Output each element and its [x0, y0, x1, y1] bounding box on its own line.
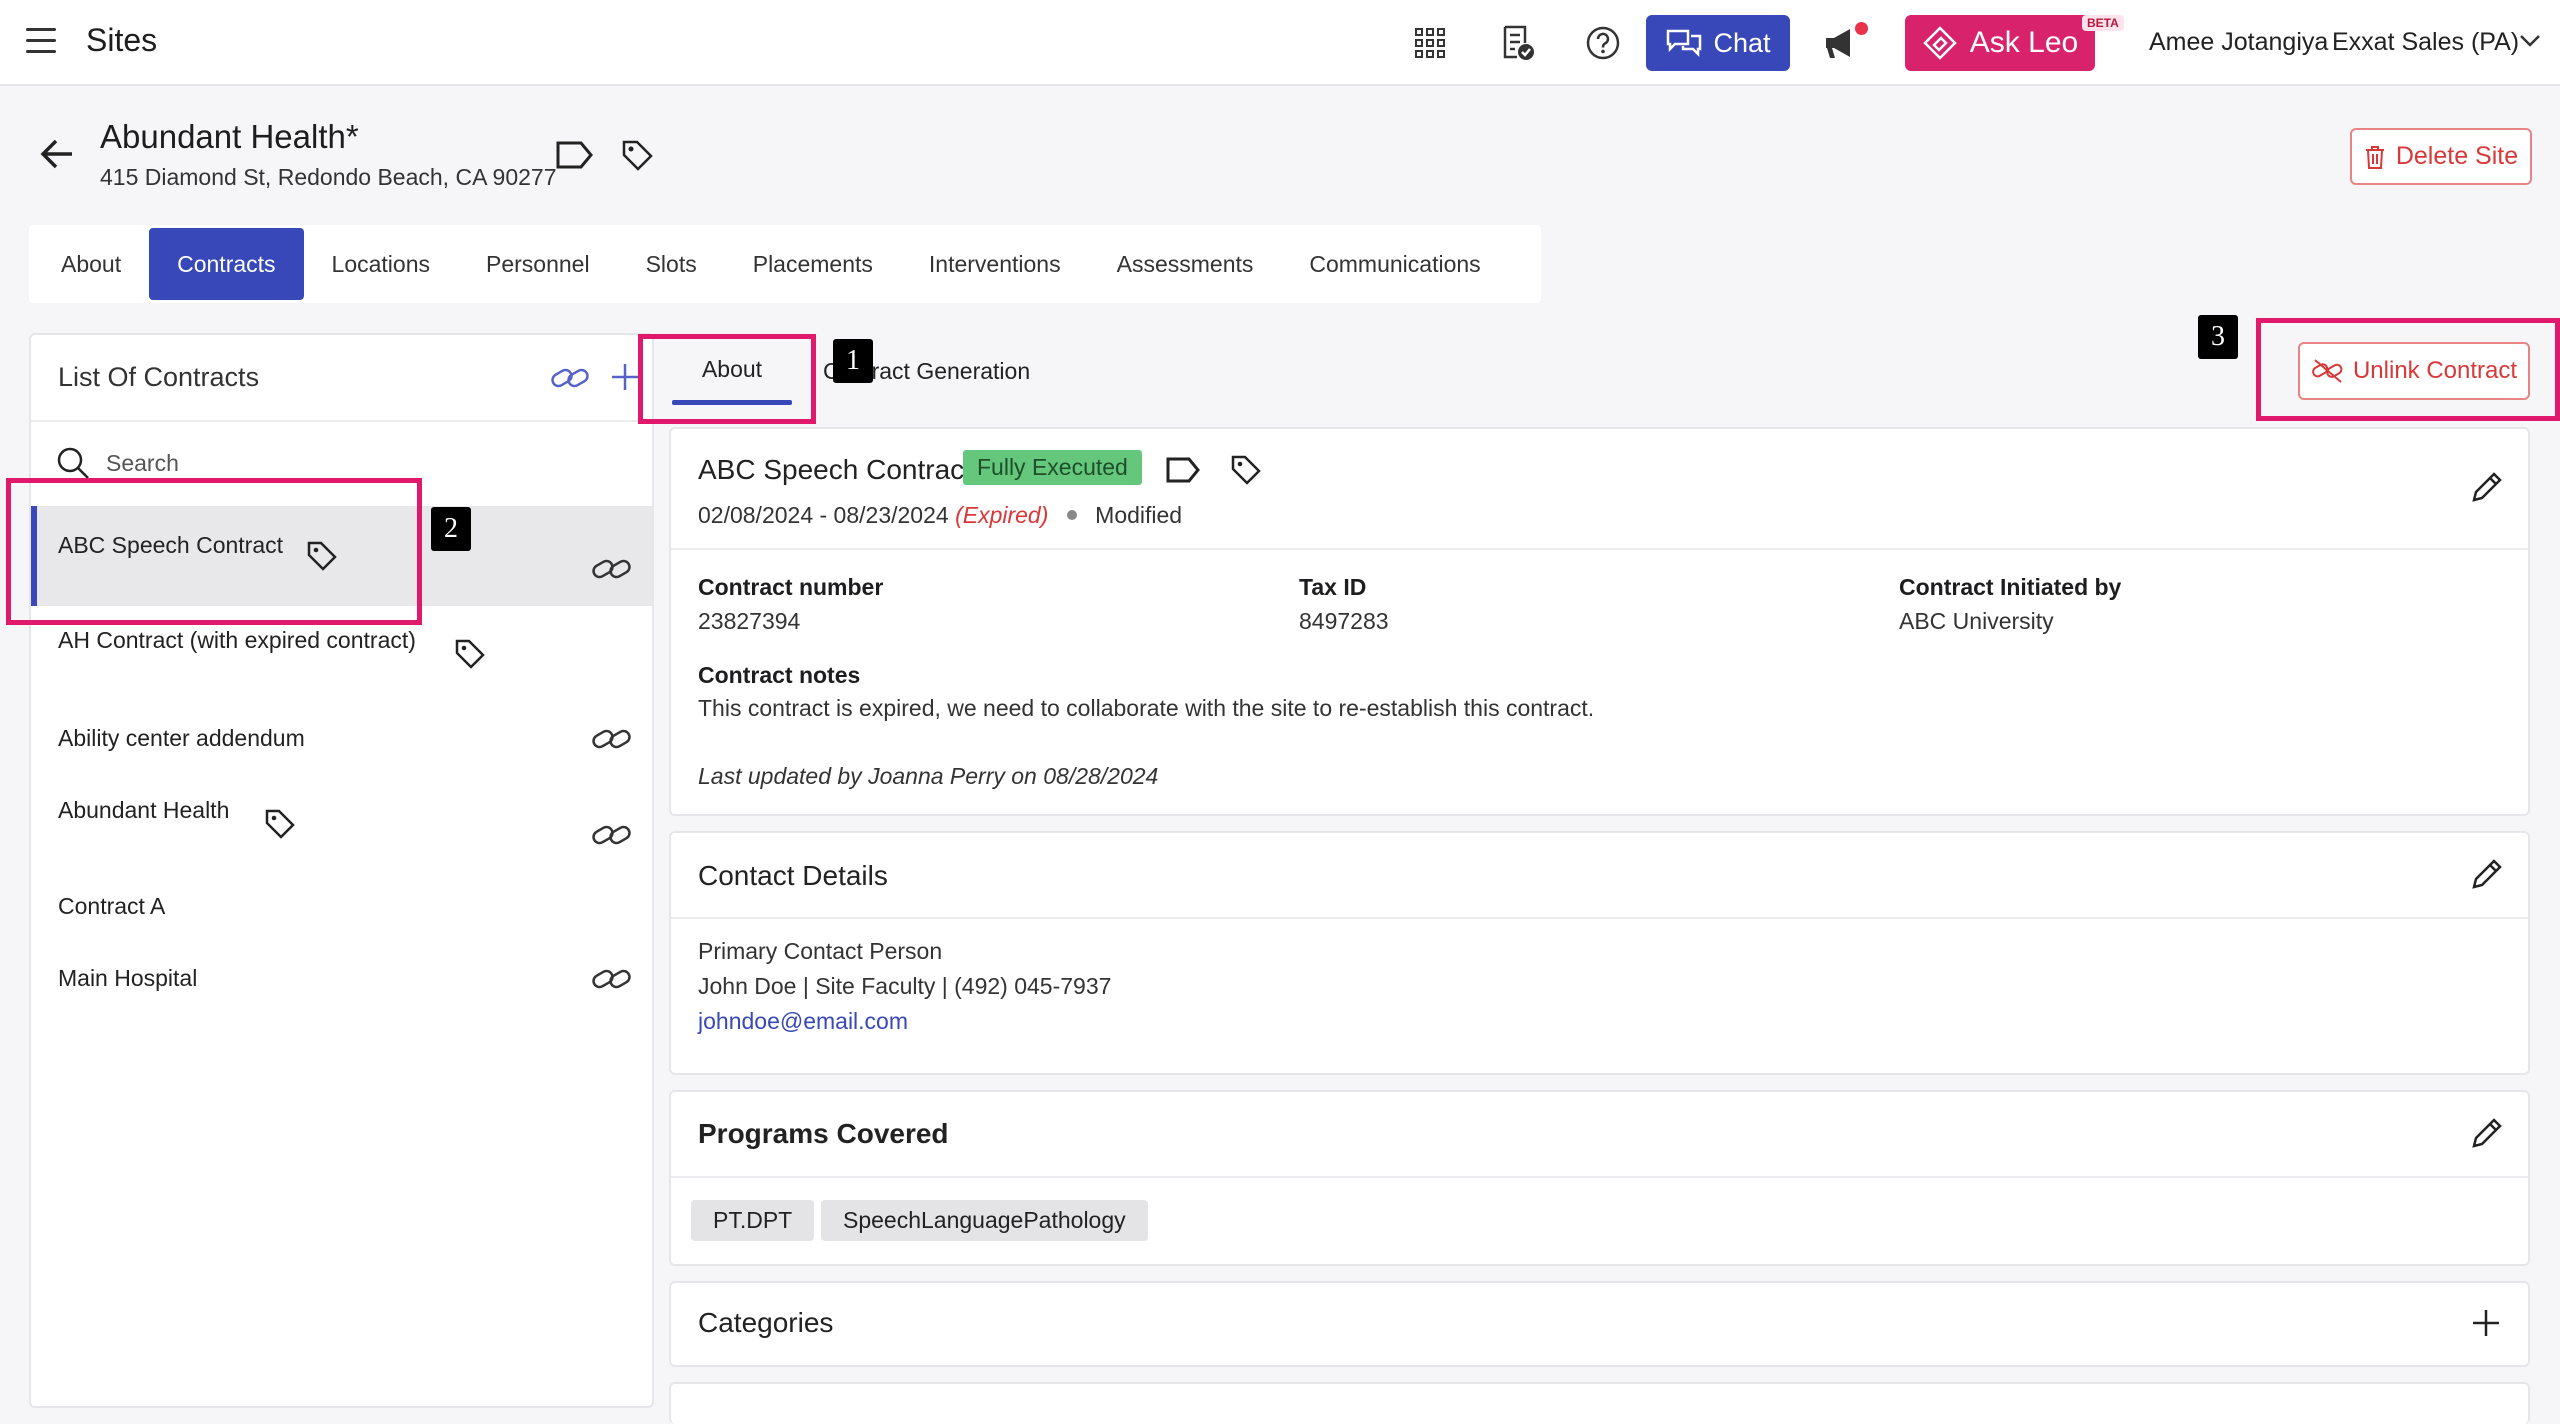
list-item-label[interactable]: AH Contract (with expired contract) — [58, 627, 416, 654]
user-name[interactable]: Amee Jotangiya — [2149, 28, 2328, 57]
program-chip: SpeechLanguagePathology — [821, 1200, 1148, 1241]
delete-site-button[interactable]: Delete Site — [2350, 128, 2532, 185]
initiated-by-label: Contract Initiated by — [1899, 574, 2122, 600]
tax-id-value: 8497283 — [1299, 608, 1389, 634]
tag-icon[interactable] — [620, 138, 654, 172]
tag-icon[interactable] — [454, 638, 486, 670]
ask-leo-label: Ask Leo — [1969, 26, 2079, 59]
contract-dates: 02/08/2024 - 08/23/2024 (Expired) Modifi… — [698, 502, 1182, 529]
primary-contact-label: Primary Contact Person — [698, 938, 943, 964]
expired-label: (Expired) — [955, 502, 1049, 528]
tab-personnel[interactable]: Personnel — [458, 228, 618, 300]
contact-email-link[interactable]: johndoe@email.com — [698, 1008, 908, 1035]
leo-icon — [1923, 26, 1957, 60]
ask-leo-button[interactable]: Ask Leo — [1905, 15, 2095, 71]
task-list-icon[interactable] — [1495, 21, 1539, 65]
primary-contact-value: John Doe | Site Faculty | (492) 045-7937 — [698, 973, 1112, 999]
contract-name: ABC Speech Contract — [698, 454, 972, 485]
chat-label: Chat — [1713, 27, 1771, 58]
user-org[interactable]: Exxat Sales (PA) — [2332, 28, 2519, 57]
link-icon[interactable] — [590, 722, 634, 756]
chat-icon — [1667, 29, 1702, 58]
link-icon[interactable] — [590, 552, 634, 586]
next-card — [669, 1382, 2530, 1424]
marker-1: 1 — [833, 339, 873, 383]
edit-icon[interactable] — [2468, 857, 2504, 893]
highlight-box-3 — [2256, 318, 2560, 421]
list-item-label[interactable]: Abundant Health — [58, 797, 229, 824]
separator-dot — [1066, 510, 1077, 520]
contact-details-title: Contact Details — [698, 860, 888, 891]
initiated-by-value: ABC University — [1899, 608, 2054, 634]
tab-slots[interactable]: Slots — [618, 228, 725, 300]
last-updated: Last updated by Joanna Perry on 08/28/20… — [698, 763, 1159, 789]
tab-locations[interactable]: Locations — [304, 228, 458, 300]
link-icon[interactable] — [590, 818, 634, 852]
divider — [671, 1176, 2528, 1178]
label-icon[interactable] — [554, 138, 594, 172]
divider — [671, 917, 2528, 919]
link-icon[interactable] — [590, 962, 634, 996]
highlight-box-1 — [638, 334, 816, 424]
edit-icon[interactable] — [2468, 470, 2504, 506]
site-title: Abundant Health* — [100, 118, 359, 155]
contact-details-card — [669, 831, 2530, 1075]
chat-button[interactable]: Chat — [1646, 15, 1790, 71]
help-icon[interactable] — [1581, 21, 1625, 65]
contracts-list-title: List Of Contracts — [58, 362, 260, 392]
date-range: 02/08/2024 - 08/23/2024 — [698, 502, 949, 528]
tag-icon[interactable] — [264, 808, 296, 840]
status-badge: Fully Executed — [963, 450, 1142, 485]
beta-badge: BETA — [2082, 15, 2124, 31]
marker-2: 2 — [431, 507, 471, 551]
menu-icon[interactable] — [26, 26, 60, 56]
add-category-icon[interactable] — [2470, 1307, 2502, 1339]
highlight-box-2 — [6, 478, 422, 625]
contract-number-label: Contract number — [698, 574, 884, 600]
marker-3: 3 — [2198, 315, 2238, 359]
tag-icon[interactable] — [1230, 454, 1262, 486]
notification-dot — [1855, 22, 1868, 35]
programs-covered-title: Programs Covered — [698, 1118, 949, 1149]
tab-interventions[interactable]: Interventions — [901, 228, 1089, 300]
tab-contracts[interactable]: Contracts — [149, 228, 304, 300]
contract-number-value: 23827394 — [698, 608, 801, 634]
contract-notes-value: This contract is expired, we need to col… — [698, 695, 1595, 721]
contract-notes-label: Contract notes — [698, 662, 861, 688]
tab-assessments[interactable]: Assessments — [1089, 228, 1282, 300]
delete-site-label: Delete Site — [2395, 142, 2519, 170]
link-contract-icon[interactable] — [548, 358, 592, 398]
back-arrow-icon[interactable] — [38, 136, 78, 172]
apps-grid-icon[interactable] — [1408, 21, 1452, 65]
categories-title: Categories — [698, 1307, 834, 1338]
app-title: Sites — [86, 22, 158, 58]
divider — [31, 420, 652, 422]
edit-icon[interactable] — [2468, 1116, 2504, 1152]
label-icon[interactable] — [1164, 454, 1202, 486]
list-item-label[interactable]: Contract A — [58, 893, 165, 920]
modified-label: Modified — [1095, 502, 1183, 528]
divider — [671, 548, 2528, 550]
tax-id-label: Tax ID — [1299, 574, 1367, 600]
trash-icon — [2365, 145, 2384, 169]
list-item-label[interactable]: Ability center addendum — [58, 725, 305, 752]
program-chip: PT.DPT — [691, 1200, 815, 1241]
site-tabs: About Contracts Locations Personnel Slot… — [29, 225, 1541, 303]
categories-card — [669, 1281, 2530, 1367]
tab-communications[interactable]: Communications — [1281, 228, 1508, 300]
site-address: 415 Diamond St, Redondo Beach, CA 90277 — [100, 164, 557, 190]
add-contract-icon[interactable] — [608, 360, 642, 394]
tab-placements[interactable]: Placements — [725, 228, 901, 300]
tab-about[interactable]: About — [33, 228, 149, 300]
chevron-down-icon[interactable] — [2518, 31, 2542, 51]
list-item-label[interactable]: Main Hospital — [58, 965, 197, 992]
